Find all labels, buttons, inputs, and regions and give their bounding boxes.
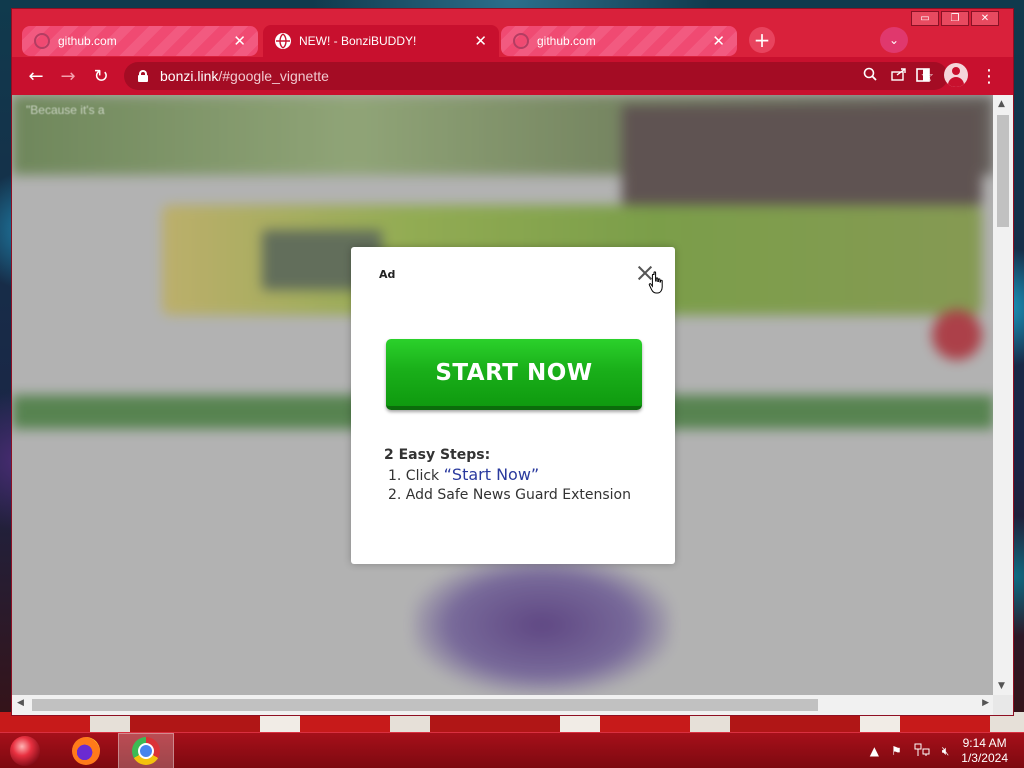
tab-search-button[interactable]: ⌄ xyxy=(880,27,908,53)
horizontal-scrollbar[interactable]: ◀ ▶ xyxy=(12,695,994,715)
chevron-down-icon: ⌄ xyxy=(888,33,900,47)
side-panel-icon xyxy=(916,66,930,87)
arrow-right-icon: → xyxy=(60,65,76,87)
vertical-scrollbar[interactable]: ▲ ▼ xyxy=(993,95,1013,695)
title-bar: ▭ ❐ ✕ github.com ✕ NEW! - BonziBUDDY! ✕ … xyxy=(12,9,1013,57)
ad-steps: 2 Easy Steps: 1. Click “Start Now” 2. Ad… xyxy=(384,447,631,505)
tab-title: NEW! - BonziBUDDY! xyxy=(299,34,417,48)
close-icon[interactable]: ✕ xyxy=(233,32,246,50)
lock-icon xyxy=(138,70,148,82)
tab-github-1[interactable]: github.com ✕ xyxy=(22,26,258,56)
profile-avatar[interactable] xyxy=(944,63,968,87)
tab-bonzibuddy[interactable]: NEW! - BonziBUDDY! ✕ xyxy=(263,25,499,57)
zoom-icon[interactable] xyxy=(863,67,877,85)
share-icon[interactable] xyxy=(890,67,907,85)
menu-button[interactable]: ⋮ xyxy=(978,65,1000,87)
new-tab-button[interactable]: + xyxy=(749,27,775,53)
back-button[interactable]: ← xyxy=(25,65,47,87)
hand-cursor-icon xyxy=(648,271,663,294)
kebab-menu-icon: ⋮ xyxy=(980,65,998,87)
globe-icon xyxy=(34,33,50,49)
step-1-highlight: “Start Now” xyxy=(443,465,540,484)
tab-title: github.com xyxy=(58,34,117,48)
browser-window: ▭ ❐ ✕ github.com ✕ NEW! - BonziBUDDY! ✕ … xyxy=(11,8,1014,716)
reload-button[interactable]: ↻ xyxy=(90,65,112,87)
network-icon[interactable] xyxy=(914,743,930,760)
step-1: 1. Click “Start Now” xyxy=(388,465,631,486)
scroll-left-icon[interactable]: ◀ xyxy=(17,698,24,708)
page-quote-text: "Because it's a xyxy=(26,103,105,117)
vertical-scroll-thumb[interactable] xyxy=(997,115,1009,227)
scroll-down-icon[interactable]: ▼ xyxy=(998,681,1005,691)
show-hidden-icons-icon[interactable]: ▲ xyxy=(870,744,879,758)
taskbar: ▲ ⚑ 🔇︎ 9:14 AM 1/3/2024 xyxy=(0,732,1024,768)
close-window-button[interactable]: ✕ xyxy=(971,11,999,26)
step-2: 2. Add Safe News Guard Extension xyxy=(388,487,631,503)
arrow-left-icon: ← xyxy=(28,65,44,87)
ad-dialog: Ad START NOW 2 Easy Steps: 1. Click “Sta… xyxy=(351,247,675,564)
url-host: bonzi.link xyxy=(160,68,219,84)
taskbar-chrome[interactable] xyxy=(118,733,174,768)
firefox-icon xyxy=(72,737,100,765)
step-1-prefix: 1. Click xyxy=(388,468,444,484)
reload-icon: ↻ xyxy=(93,65,109,87)
tab-title: github.com xyxy=(537,34,596,48)
globe-icon xyxy=(513,33,529,49)
close-icon[interactable]: ✕ xyxy=(712,32,725,50)
taskbar-clock[interactable]: 9:14 AM 1/3/2024 xyxy=(961,736,1008,766)
scroll-up-icon[interactable]: ▲ xyxy=(998,99,1005,109)
restore-button[interactable]: ❐ xyxy=(941,11,969,26)
window-controls: ▭ ❐ ✕ xyxy=(911,11,999,26)
horizontal-scroll-thumb[interactable] xyxy=(32,699,818,711)
volume-muted-icon[interactable]: 🔇︎ xyxy=(942,744,950,759)
steps-title: 2 Easy Steps: xyxy=(384,447,491,463)
side-panel-button[interactable] xyxy=(912,65,934,87)
page-viewport: "Because it's a Ad START NOW 2 Easy Step… xyxy=(12,95,994,695)
minimize-button[interactable]: ▭ xyxy=(911,11,939,26)
system-tray: ▲ ⚑ 🔇︎ 9:14 AM 1/3/2024 xyxy=(870,733,1008,768)
chrome-icon xyxy=(132,737,160,765)
browser-toolbar: ← → ↻ bonzi.link/#google_vignette ☆ ⋮ xyxy=(12,57,1013,95)
url-path: /#google_vignette xyxy=(218,68,329,84)
start-button[interactable] xyxy=(10,736,40,766)
taskbar-firefox[interactable] xyxy=(58,733,114,768)
address-bar[interactable]: bonzi.link/#google_vignette ☆ xyxy=(124,62,948,90)
close-icon[interactable]: ✕ xyxy=(474,32,487,50)
ad-label: Ad xyxy=(379,268,396,281)
scroll-right-icon[interactable]: ▶ xyxy=(982,698,989,708)
forward-button[interactable]: → xyxy=(57,65,79,87)
start-now-button[interactable]: START NOW xyxy=(386,339,642,410)
globe-icon xyxy=(275,33,291,49)
clock-date: 1/3/2024 xyxy=(961,751,1008,765)
tab-github-2[interactable]: github.com ✕ xyxy=(501,26,737,56)
clock-time: 9:14 AM xyxy=(962,736,1007,750)
scrollbar-corner xyxy=(993,695,1013,715)
action-center-flag-icon[interactable]: ⚑ xyxy=(891,744,902,758)
